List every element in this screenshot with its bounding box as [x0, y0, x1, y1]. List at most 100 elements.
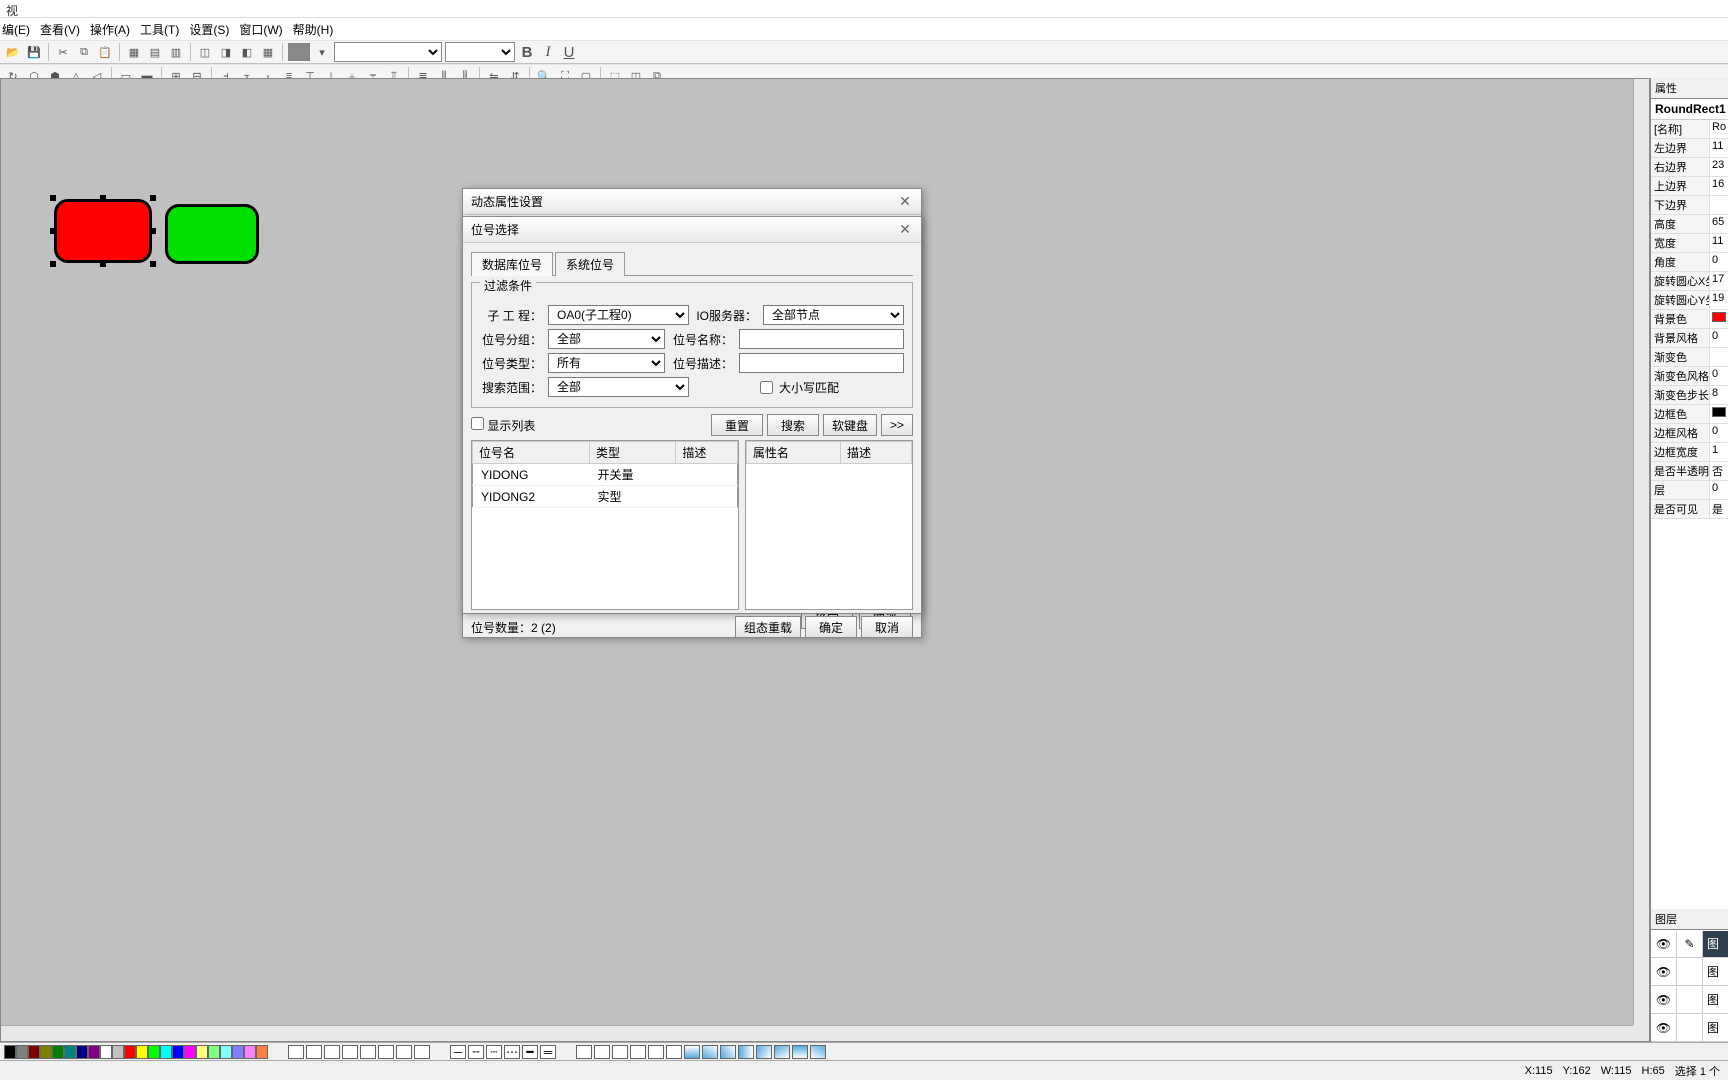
- search-range-select[interactable]: 全部: [548, 377, 689, 397]
- bold-button[interactable]: B: [518, 43, 536, 61]
- property-row[interactable]: 高度65: [1651, 215, 1728, 234]
- property-row[interactable]: 右边界23: [1651, 158, 1728, 177]
- layer-row[interactable]: 👁图: [1651, 986, 1728, 1014]
- fill-swatch[interactable]: [756, 1045, 772, 1059]
- palette-color[interactable]: [40, 1045, 52, 1059]
- property-row[interactable]: 是否可见是: [1651, 500, 1728, 519]
- tool-icon[interactable]: ▦: [259, 43, 277, 61]
- reset-button[interactable]: 重置: [711, 414, 763, 436]
- pattern-swatch[interactable]: [306, 1045, 322, 1059]
- table-row[interactable]: YIDONG开关量: [473, 464, 738, 486]
- pattern-swatch[interactable]: [342, 1045, 358, 1059]
- palette-color[interactable]: [136, 1045, 148, 1059]
- property-row[interactable]: 层0: [1651, 481, 1728, 500]
- color-swatch-icon[interactable]: [288, 43, 310, 61]
- palette-color[interactable]: [16, 1045, 28, 1059]
- tool-icon[interactable]: ◫: [196, 43, 214, 61]
- pattern-swatch[interactable]: [360, 1045, 376, 1059]
- size-combo[interactable]: [445, 42, 515, 62]
- recombine-button[interactable]: 组态重载: [735, 616, 801, 638]
- eye-icon[interactable]: 👁: [1651, 959, 1677, 985]
- fill-swatch[interactable]: [738, 1045, 754, 1059]
- selection-handle[interactable]: [150, 228, 156, 234]
- property-row[interactable]: 背景色: [1651, 310, 1728, 329]
- palette-color[interactable]: [112, 1045, 124, 1059]
- property-row[interactable]: 左边界11: [1651, 139, 1728, 158]
- fill-swatch[interactable]: [684, 1045, 700, 1059]
- line-style-swatch[interactable]: ━: [522, 1045, 538, 1059]
- search-button[interactable]: 搜索: [767, 414, 819, 436]
- palette-color[interactable]: [172, 1045, 184, 1059]
- tag-group-select[interactable]: 全部: [548, 329, 665, 349]
- menu-tools[interactable]: 工具(T): [140, 21, 179, 37]
- palette-color[interactable]: [88, 1045, 100, 1059]
- palette-color[interactable]: [256, 1045, 268, 1059]
- fill-swatch[interactable]: [648, 1045, 664, 1059]
- selection-handle[interactable]: [150, 261, 156, 267]
- line-style-swatch[interactable]: ⋯: [504, 1045, 520, 1059]
- softkbd-button[interactable]: 软键盘: [823, 414, 877, 436]
- case-checkbox[interactable]: [760, 381, 773, 394]
- eye-icon[interactable]: 👁: [1651, 931, 1677, 957]
- fill-swatch[interactable]: [702, 1045, 718, 1059]
- fill-swatch[interactable]: [810, 1045, 826, 1059]
- copy-icon[interactable]: ⧉: [75, 43, 93, 61]
- menu-edit[interactable]: 编(E): [2, 21, 30, 37]
- pattern-swatch[interactable]: [414, 1045, 430, 1059]
- paste-icon[interactable]: 📋: [96, 43, 114, 61]
- palette-color[interactable]: [52, 1045, 64, 1059]
- pattern-swatch[interactable]: [324, 1045, 340, 1059]
- layers-list[interactable]: 👁✎图👁图👁图👁图: [1651, 930, 1728, 1042]
- close-icon[interactable]: ✕: [897, 222, 913, 238]
- palette-color[interactable]: [124, 1045, 136, 1059]
- tag-type-select[interactable]: 所有: [548, 353, 665, 373]
- selection-handle[interactable]: [100, 261, 106, 267]
- layer-row[interactable]: 👁图: [1651, 1014, 1728, 1042]
- sub-project-select[interactable]: OA0(子工程0): [548, 305, 689, 325]
- line-style-swatch[interactable]: ─: [450, 1045, 466, 1059]
- layer-row[interactable]: 👁✎图: [1651, 930, 1728, 958]
- property-row[interactable]: 背景风格0: [1651, 329, 1728, 348]
- property-row[interactable]: 下边界: [1651, 196, 1728, 215]
- property-row[interactable]: 宽度11: [1651, 234, 1728, 253]
- palette-color[interactable]: [232, 1045, 244, 1059]
- line-style-swatch[interactable]: ═: [540, 1045, 556, 1059]
- selection-handle[interactable]: [50, 228, 56, 234]
- palette-color[interactable]: [64, 1045, 76, 1059]
- pattern-swatch[interactable]: [396, 1045, 412, 1059]
- fill-swatch[interactable]: [720, 1045, 736, 1059]
- menu-window[interactable]: 窗口(W): [239, 21, 282, 37]
- palette-color[interactable]: [244, 1045, 256, 1059]
- property-row[interactable]: 边框色: [1651, 405, 1728, 424]
- pattern-swatch[interactable]: [378, 1045, 394, 1059]
- property-row[interactable]: 上边界16: [1651, 177, 1728, 196]
- edit-icon[interactable]: ✎: [1677, 931, 1703, 957]
- palette-color[interactable]: [196, 1045, 208, 1059]
- fill-swatch[interactable]: [630, 1045, 646, 1059]
- tool-icon[interactable]: ◧: [238, 43, 256, 61]
- attr-table[interactable]: 属性名描述: [746, 441, 912, 464]
- fill-swatch[interactable]: [774, 1045, 790, 1059]
- tool-icon[interactable]: ▦: [125, 43, 143, 61]
- property-row[interactable]: 边框风格0: [1651, 424, 1728, 443]
- dropdown-icon[interactable]: ▾: [313, 43, 331, 61]
- eye-icon[interactable]: 👁: [1651, 1015, 1677, 1041]
- close-icon[interactable]: ✕: [897, 194, 913, 210]
- property-row[interactable]: 渐变色: [1651, 348, 1728, 367]
- italic-button[interactable]: I: [539, 43, 557, 61]
- table-row[interactable]: YIDONG2实型: [473, 486, 738, 508]
- tab-database-tag[interactable]: 数据库位号: [471, 252, 553, 276]
- shape-roundrect1[interactable]: [54, 199, 152, 263]
- dialog-title-bar[interactable]: 动态属性设置 ✕: [463, 189, 921, 215]
- property-row[interactable]: 渐变色风格0: [1651, 367, 1728, 386]
- tag-desc-input[interactable]: [739, 353, 904, 373]
- horizontal-scrollbar[interactable]: [1, 1025, 1633, 1041]
- palette-color[interactable]: [148, 1045, 160, 1059]
- show-list-checkbox[interactable]: 显示列表: [471, 417, 535, 434]
- palette-color[interactable]: [100, 1045, 112, 1059]
- cancel-button[interactable]: 取消: [861, 616, 913, 638]
- menu-action[interactable]: 操作(A): [90, 21, 130, 37]
- font-combo[interactable]: [334, 42, 442, 62]
- property-row[interactable]: [名称]Ro: [1651, 120, 1728, 139]
- ok-button[interactable]: 确定: [805, 616, 857, 638]
